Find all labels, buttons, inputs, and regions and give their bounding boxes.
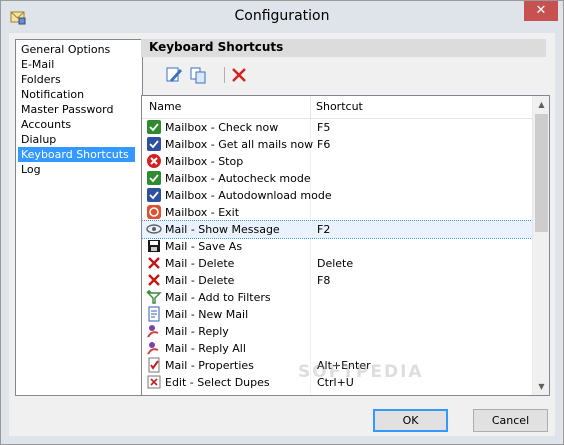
reply-all-icon [146, 340, 162, 356]
shortcut-action-name: Mail - Save As [165, 240, 243, 253]
column-separator[interactable] [310, 96, 311, 118]
shortcuts-list[interactable]: Name Shortcut Mailbox - Check now F5 Mailb… [141, 95, 550, 396]
save-icon [146, 238, 162, 254]
shortcut-row[interactable]: Mailbox - Autocheck mode [142, 170, 532, 187]
close-button[interactable]: ✕ [524, 1, 558, 21]
exit-icon [146, 204, 162, 220]
scroll-down-arrow[interactable]: ▼ [533, 378, 549, 395]
column-shortcut-header[interactable]: Shortcut [316, 100, 363, 113]
copy-icon[interactable] [188, 65, 208, 85]
shortcut-key: F5 [317, 121, 331, 134]
ok-button[interactable]: OK [373, 409, 448, 432]
shortcut-row[interactable]: Mail - Save As [142, 238, 532, 255]
shortcut-row[interactable]: Mailbox - Autodownload mode [142, 187, 532, 204]
list-header: Name Shortcut [142, 96, 532, 119]
shortcut-row[interactable]: Mail - New Mail [142, 306, 532, 323]
shortcut-row[interactable]: Mailbox - Stop [142, 153, 532, 170]
nav-item-folders[interactable]: Folders [18, 72, 135, 87]
shortcut-action-name: Mail - Reply [165, 325, 229, 338]
shortcut-action-name: Mail - Reply All [165, 342, 246, 355]
scroll-thumb[interactable] [535, 114, 548, 232]
window-title: Configuration [234, 8, 330, 24]
check-mail-icon [146, 119, 162, 135]
delete-icon [146, 272, 162, 288]
new-mail-icon [146, 306, 162, 322]
shortcut-action-name: Edit - Select Dupes [165, 376, 270, 389]
properties-icon [146, 357, 162, 373]
shortcut-key: F8 [317, 274, 331, 287]
shortcut-row[interactable]: Mailbox - Get all mails now F6 [142, 136, 532, 153]
delete-icon [146, 255, 162, 271]
nav-item-keyboard-shortcuts[interactable]: Keyboard Shortcuts [18, 147, 135, 162]
scroll-up-arrow[interactable]: ▲ [533, 96, 549, 113]
shortcut-action-name: Mailbox - Autocheck mode [165, 172, 311, 185]
section-header: Keyboard Shortcuts [141, 39, 546, 57]
nav-item-accounts[interactable]: Accounts [18, 117, 135, 132]
shortcut-key: F2 [317, 223, 331, 236]
list-rows: Mailbox - Check now F5 Mailbox - Get all m… [142, 119, 533, 391]
autodownload-icon [146, 187, 162, 203]
shortcut-row[interactable]: Mail - Reply [142, 323, 532, 340]
nav-item-general-options[interactable]: General Options [18, 42, 135, 57]
shortcut-row[interactable]: Mail - Reply All [142, 340, 532, 357]
shortcut-action-name: Mail - Properties [165, 359, 254, 372]
shortcut-row[interactable]: Mail - Delete Delete [142, 255, 532, 272]
cancel-button[interactable]: Cancel [473, 409, 548, 432]
shortcut-action-name: Mailbox - Exit [165, 206, 240, 219]
shortcut-key: Delete [317, 257, 354, 270]
shortcut-row[interactable]: Mail - Add to Filters [142, 289, 532, 306]
shortcut-row[interactable]: Mail - Show Message F2 [142, 220, 533, 239]
get-mail-icon [146, 136, 162, 152]
filter-icon [146, 289, 162, 305]
settings-category-list[interactable]: General Options E-Mail Folders Notification… [15, 39, 143, 396]
title-bar[interactable]: Configuration ✕ [1, 1, 563, 33]
stop-icon [146, 153, 162, 169]
autocheck-icon [146, 170, 162, 186]
shortcut-row[interactable]: Mail - Delete F8 [142, 272, 532, 289]
nav-item-notification[interactable]: Notification [18, 87, 135, 102]
delete-icon[interactable] [229, 65, 249, 85]
shortcut-action-name: Mail - Show Message [165, 223, 280, 236]
shortcut-action-name: Mailbox - Stop [165, 155, 244, 168]
shortcut-action-name: Mailbox - Get all mails now [165, 138, 314, 151]
select-dupes-icon [146, 374, 162, 390]
nav-item-log[interactable]: Log [18, 162, 135, 177]
shortcut-row[interactable]: Mailbox - Exit [142, 204, 532, 221]
shortcuts-toolbar [164, 65, 264, 87]
dialog-body: General Options E-Mail Folders Notification… [9, 33, 555, 436]
shortcut-row[interactable]: Mailbox - Check now F5 [142, 119, 532, 136]
shortcut-action-name: Mail - Delete [165, 257, 235, 270]
shortcut-action-name: Mail - Delete [165, 274, 235, 287]
shortcut-action-name: Mailbox - Check now [165, 121, 279, 134]
shortcut-action-name: Mail - New Mail [165, 308, 249, 321]
nav-item-master-password[interactable]: Master Password [18, 102, 135, 117]
shortcut-action-name: Mailbox - Autodownload mode [165, 189, 332, 202]
show-message-icon [146, 221, 162, 237]
vertical-scrollbar[interactable]: ▲ ▼ [532, 96, 549, 395]
shortcut-key: F6 [317, 138, 331, 151]
section-title: Keyboard Shortcuts [149, 40, 284, 54]
toolbar-separator [224, 67, 225, 83]
nav-item-e-mail[interactable]: E-Mail [18, 57, 135, 72]
watermark: SOFTPEDIA [298, 362, 424, 382]
configuration-window: Configuration ✕ General Options E-Mail Fol… [0, 0, 564, 445]
reply-icon [146, 323, 162, 339]
shortcut-action-name: Mail - Add to Filters [165, 291, 271, 304]
edit-icon[interactable] [164, 65, 184, 85]
nav-item-dialup[interactable]: Dialup [18, 132, 135, 147]
column-name-header[interactable]: Name [149, 100, 181, 113]
